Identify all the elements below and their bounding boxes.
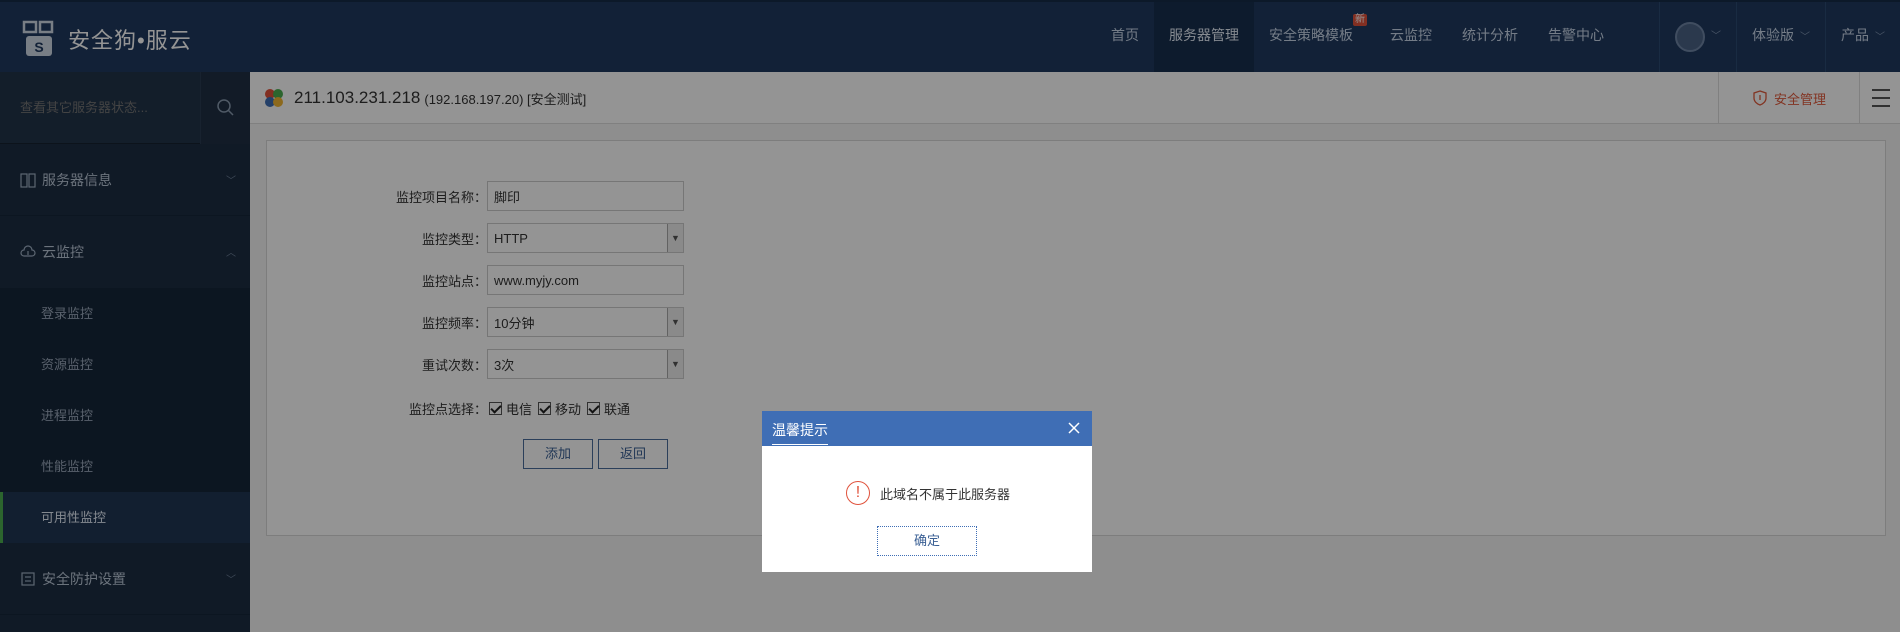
dialog-message: ! 此域名不属于此服务器 xyxy=(846,481,1010,505)
dialog-header: 温馨提示 xyxy=(762,411,1092,446)
alert-dialog: 温馨提示 ! 此域名不属于此服务器 确定 xyxy=(762,411,1092,572)
confirm-button[interactable]: 确定 xyxy=(877,526,977,556)
close-icon[interactable] xyxy=(1066,420,1082,436)
warning-icon: ! xyxy=(846,481,870,505)
dialog-message-text: 此域名不属于此服务器 xyxy=(880,486,1011,502)
dialog-title: 温馨提示 xyxy=(772,420,828,445)
